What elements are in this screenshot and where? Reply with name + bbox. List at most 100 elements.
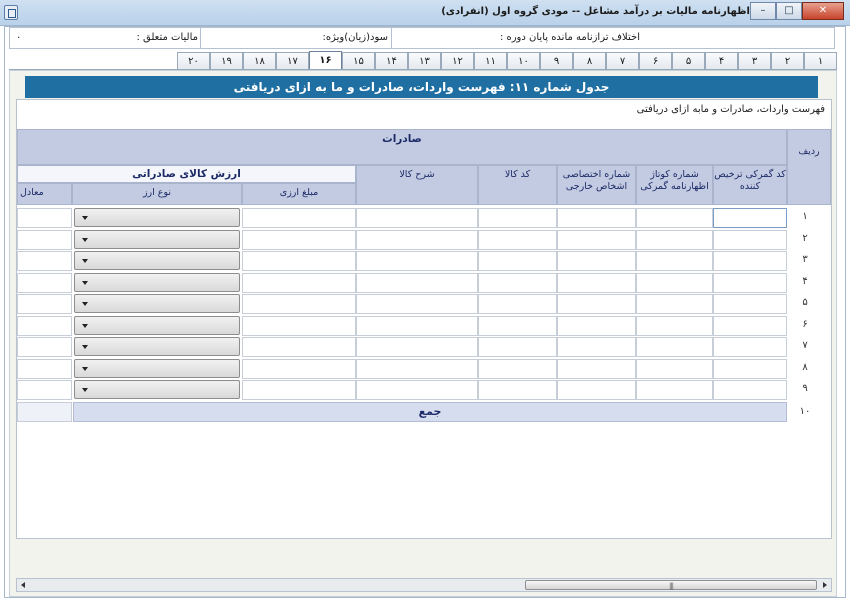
customs-code-field[interactable] <box>713 358 787 379</box>
tab-8[interactable]: ۸ <box>573 52 606 70</box>
declaration-no-field[interactable] <box>636 337 713 357</box>
currency-type-dropdown[interactable] <box>74 315 240 335</box>
equivalent-field[interactable] <box>17 358 72 379</box>
equivalent-field[interactable] <box>17 208 72 228</box>
currency-amount-field[interactable] <box>242 229 356 250</box>
tab-15[interactable]: ۱۵ <box>342 52 375 70</box>
customs-code-field[interactable] <box>713 337 787 357</box>
goods-desc-field[interactable] <box>356 380 478 400</box>
goods-code-field[interactable] <box>478 229 557 250</box>
customs-code-field[interactable] <box>713 294 787 314</box>
total-equivalent-field[interactable] <box>17 402 72 422</box>
currency-amount-field[interactable] <box>242 337 356 357</box>
goods-code-field[interactable] <box>478 251 557 271</box>
tab-14[interactable]: ۱۴ <box>375 52 408 70</box>
equivalent-field[interactable] <box>17 315 72 336</box>
tab-13[interactable]: ۱۳ <box>408 52 441 70</box>
exclusive-no-field[interactable] <box>557 337 636 357</box>
tab-3[interactable]: ۳ <box>738 52 771 70</box>
declaration-no-field[interactable] <box>636 208 713 228</box>
exclusive-no-field[interactable] <box>557 229 636 250</box>
goods-desc-field[interactable] <box>356 337 478 357</box>
goods-code-field[interactable] <box>478 272 557 293</box>
currency-amount-field[interactable] <box>242 358 356 379</box>
goods-desc-field[interactable] <box>356 208 478 228</box>
exclusive-no-field[interactable] <box>557 380 636 400</box>
exclusive-no-field[interactable] <box>557 272 636 293</box>
equivalent-field[interactable] <box>17 337 72 357</box>
currency-type-dropdown[interactable] <box>74 294 240 313</box>
declaration-no-field[interactable] <box>636 272 713 293</box>
goods-code-field[interactable] <box>478 380 557 400</box>
tab-9[interactable]: ۹ <box>540 52 573 70</box>
tab-20[interactable]: ۲۰ <box>177 52 210 70</box>
currency-amount-field[interactable] <box>242 208 356 228</box>
minimize-button[interactable]: – <box>750 2 776 20</box>
maximize-button[interactable]: □ <box>776 2 802 20</box>
goods-code-field[interactable] <box>478 315 557 336</box>
equivalent-field[interactable] <box>17 380 72 400</box>
horizontal-scrollbar[interactable]: ||| <box>16 578 832 592</box>
goods-code-field[interactable] <box>478 294 557 314</box>
tab-1[interactable]: ۱ <box>804 52 837 70</box>
currency-type-dropdown[interactable] <box>74 251 240 270</box>
exclusive-no-field[interactable] <box>557 208 636 228</box>
currency-type-dropdown[interactable] <box>74 272 240 292</box>
tab-16[interactable]: ۱۶ <box>309 51 342 70</box>
goods-desc-field[interactable] <box>356 358 478 379</box>
tab-19[interactable]: ۱۹ <box>210 52 243 70</box>
declaration-no-field[interactable] <box>636 251 713 271</box>
goods-desc-field[interactable] <box>356 229 478 250</box>
goods-code-field[interactable] <box>478 337 557 357</box>
tab-11[interactable]: ۱۱ <box>474 52 507 70</box>
tab-4[interactable]: ۴ <box>705 52 738 70</box>
exclusive-no-field[interactable] <box>557 294 636 314</box>
declaration-no-field[interactable] <box>636 315 713 336</box>
tab-7[interactable]: ۷ <box>606 52 639 70</box>
tab-10[interactable]: ۱۰ <box>507 52 540 70</box>
close-button[interactable]: ✕ <box>802 2 844 20</box>
tab-5[interactable]: ۵ <box>672 52 705 70</box>
scroll-thumb[interactable]: ||| <box>525 580 817 590</box>
declaration-no-field[interactable] <box>636 358 713 379</box>
currency-type-dropdown[interactable] <box>74 337 240 356</box>
equivalent-field[interactable] <box>17 272 72 293</box>
currency-type-dropdown[interactable] <box>74 208 240 227</box>
exclusive-no-field[interactable] <box>557 251 636 271</box>
tab-18[interactable]: ۱۸ <box>243 52 276 70</box>
customs-code-field[interactable] <box>713 380 787 400</box>
tab-6[interactable]: ۶ <box>639 52 672 70</box>
customs-code-field[interactable] <box>713 315 787 336</box>
equivalent-field[interactable] <box>17 251 72 271</box>
goods-code-field[interactable] <box>478 208 557 228</box>
tab-12[interactable]: ۱۲ <box>441 52 474 70</box>
goods-desc-field[interactable] <box>356 294 478 314</box>
customs-code-field[interactable] <box>713 229 787 250</box>
scroll-right-icon[interactable] <box>817 579 831 591</box>
equivalent-field[interactable] <box>17 294 72 314</box>
goods-code-field[interactable] <box>478 358 557 379</box>
tab-17[interactable]: ۱۷ <box>276 52 309 70</box>
goods-desc-field[interactable] <box>356 315 478 336</box>
currency-type-dropdown[interactable] <box>74 358 240 378</box>
goods-desc-field[interactable] <box>356 251 478 271</box>
exclusive-no-field[interactable] <box>557 358 636 379</box>
customs-code-field[interactable] <box>713 251 787 271</box>
customs-code-field[interactable] <box>713 272 787 293</box>
scroll-left-icon[interactable] <box>17 579 31 591</box>
declaration-no-field[interactable] <box>636 294 713 314</box>
equivalent-field[interactable] <box>17 229 72 250</box>
currency-type-dropdown[interactable] <box>74 380 240 399</box>
tab-2[interactable]: ۲ <box>771 52 804 70</box>
exclusive-no-field[interactable] <box>557 315 636 336</box>
currency-amount-field[interactable] <box>242 315 356 336</box>
goods-desc-field[interactable] <box>356 272 478 293</box>
currency-amount-field[interactable] <box>242 272 356 293</box>
currency-amount-field[interactable] <box>242 380 356 400</box>
declaration-no-field[interactable] <box>636 380 713 400</box>
currency-amount-field[interactable] <box>242 251 356 271</box>
currency-type-dropdown[interactable] <box>74 229 240 249</box>
currency-amount-field[interactable] <box>242 294 356 314</box>
declaration-no-field[interactable] <box>636 229 713 250</box>
customs-code-field[interactable] <box>713 208 787 228</box>
